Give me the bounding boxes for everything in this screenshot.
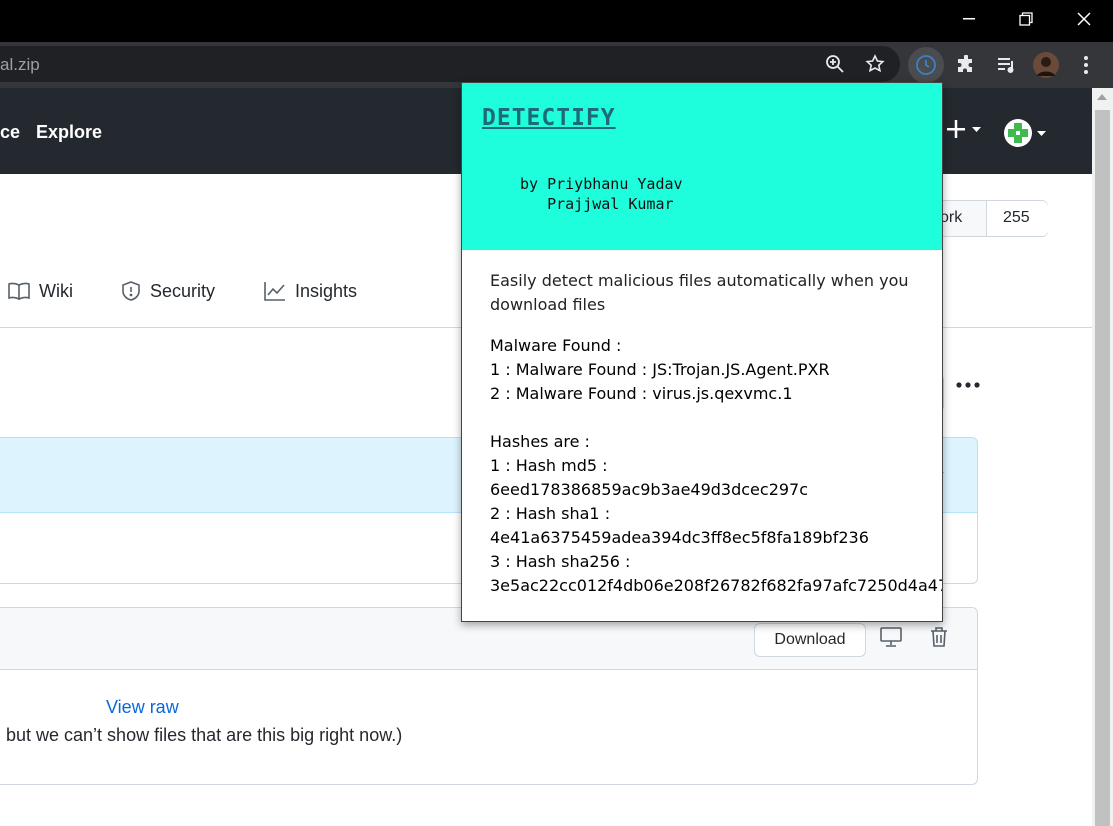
tab-wiki[interactable]: Wiki	[7, 280, 73, 302]
popup-body: Easily detect malicious files automatica…	[490, 269, 943, 598]
malware-header: Malware Found :	[490, 336, 622, 355]
media-queue-icon[interactable]	[991, 50, 1021, 80]
page-scrollbar[interactable]	[1092, 88, 1113, 826]
detectify-extension-icon[interactable]	[908, 47, 944, 83]
fork-count-box[interactable]: 255	[986, 201, 1048, 236]
scroll-up-icon[interactable]	[1097, 94, 1107, 100]
bookmark-star-icon[interactable]	[860, 49, 890, 79]
window-titlebar	[0, 0, 1113, 42]
author-line-1: by Priybhanu Yadav	[520, 175, 683, 193]
trash-icon[interactable]	[929, 626, 949, 652]
file-view: Download View raw but we can’t show file…	[0, 607, 978, 785]
scrollbar-thumb[interactable]	[1095, 110, 1110, 826]
more-options-icon[interactable]	[955, 370, 981, 395]
tab-insights[interactable]: Insights	[263, 280, 357, 302]
popup-header: DETECTIFY by Priybhanu Yadav Prajjwal Ku…	[462, 83, 942, 250]
restore-icon[interactable]	[997, 0, 1055, 38]
view-raw-link[interactable]: View raw	[106, 697, 179, 718]
zoom-icon[interactable]	[820, 49, 850, 79]
hash-value-sha1: 4e41a6375459adea394dc3ff8ec5f8fa189bf236	[490, 528, 869, 547]
browser-menu-icon[interactable]	[1071, 50, 1101, 80]
url-text: al.zip	[0, 55, 40, 74]
fork-label: ork	[940, 209, 963, 226]
tab-insights-label: Insights	[295, 280, 358, 301]
hash-label-sha256: 3 : Hash sha256 :	[490, 552, 631, 571]
download-button[interactable]: Download	[754, 623, 866, 657]
close-icon[interactable]	[1055, 0, 1113, 38]
malware-item: 2 : Malware Found : virus.js.qexvmc.1	[490, 384, 793, 403]
tab-wiki-label: Wiki	[39, 280, 73, 301]
hash-value-sha256: 3e5ac22cc012f4db06e208f26782f682fa97afc7…	[490, 576, 943, 595]
popup-authors: by Priybhanu Yadav Prajjwal Kumar	[520, 174, 683, 214]
tab-security-label: Security	[150, 280, 216, 301]
nav-explore[interactable]: Explore	[36, 122, 102, 143]
minimize-icon[interactable]	[940, 0, 998, 38]
address-bar[interactable]: al.zip	[0, 46, 900, 82]
hash-value-md5: 6eed178386859ac9b3ae49d3dcec297c	[490, 480, 809, 499]
hashes-header: Hashes are :	[490, 432, 590, 451]
file-too-big-message: but we can’t show files that are this bi…	[6, 725, 403, 745]
user-avatar-dropdown[interactable]	[1003, 118, 1049, 154]
author-line-2: Prajjwal Kumar	[520, 195, 674, 213]
create-new-dropdown[interactable]	[945, 116, 983, 148]
nav-marketplace[interactable]: ce	[0, 122, 20, 143]
popup-description: Easily detect malicious files automatica…	[490, 271, 909, 314]
extensions-puzzle-icon[interactable]	[951, 50, 981, 80]
tab-security[interactable]: Security	[120, 280, 215, 302]
hash-label-sha1: 2 : Hash sha1 :	[490, 504, 611, 523]
malware-item: 1 : Malware Found : JS:Trojan.JS.Agent.P…	[490, 360, 830, 379]
profile-avatar[interactable]	[1031, 50, 1061, 80]
popup-title: DETECTIFY	[482, 105, 616, 131]
fork-count: 255	[1003, 209, 1030, 226]
desktop-icon[interactable]	[879, 626, 903, 652]
detectify-popup: DETECTIFY by Priybhanu Yadav Prajjwal Ku…	[461, 82, 943, 622]
hash-label-md5: 1 : Hash md5 :	[490, 456, 608, 475]
